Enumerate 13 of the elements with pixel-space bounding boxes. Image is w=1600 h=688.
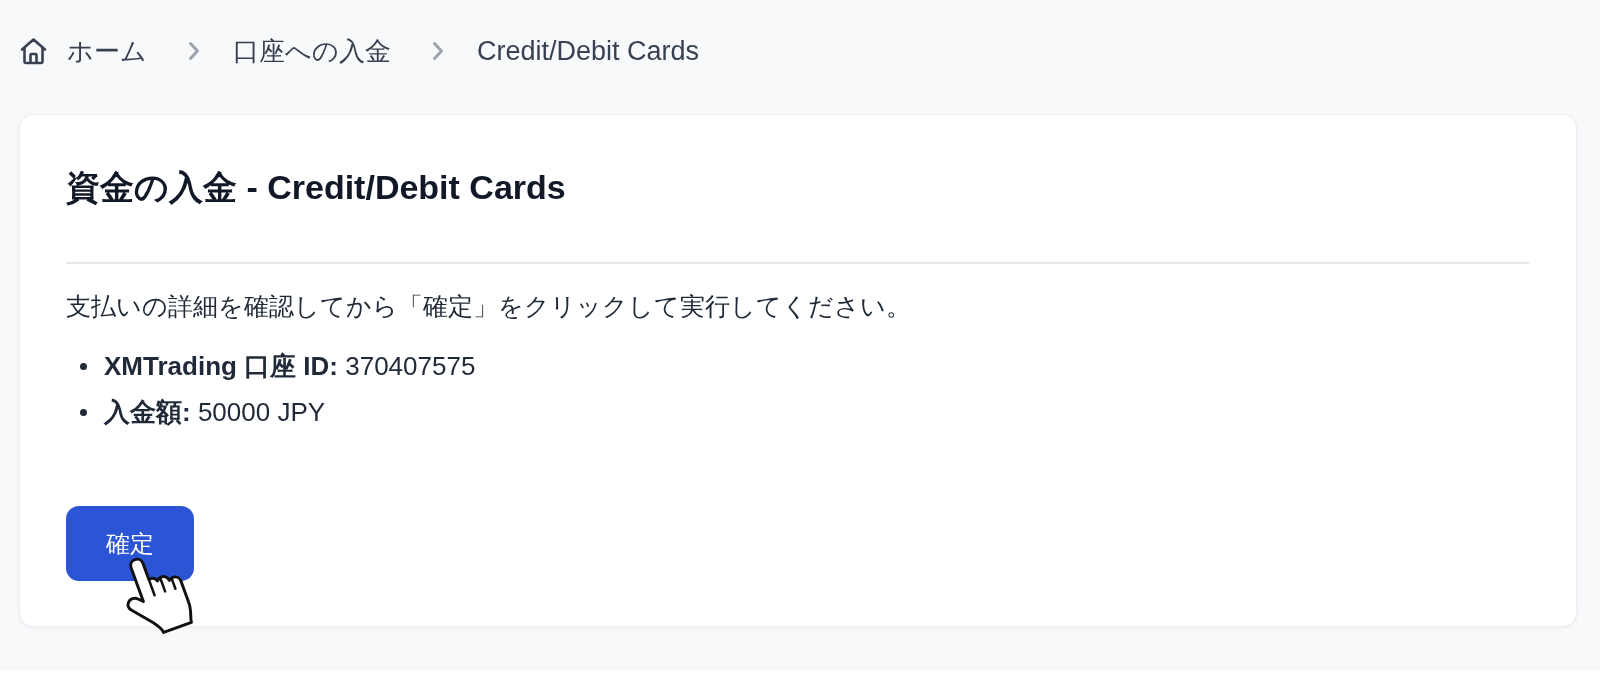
detail-item: XMTrading 口座 ID: 370407575 (104, 350, 476, 383)
breadcrumb-link[interactable]: 口座への入金 (233, 36, 391, 66)
card-title: 資金の入金 - Credit/Debit Cards (66, 167, 567, 208)
detail-item: 入金額: 50000 JPY (104, 396, 326, 429)
home-icon (20, 37, 47, 65)
instruction-text: 支払いの詳細を確認してから「確定」をクリックして実行してください。 (66, 291, 912, 322)
breadcrumb-current: Credit/Debit Cards (477, 36, 700, 66)
bullet-icon (80, 408, 87, 416)
chevron-right-icon (188, 41, 200, 61)
home-link[interactable]: ホーム (20, 36, 147, 66)
confirm-button[interactable]: 確定 (66, 506, 194, 581)
bullet-icon (80, 362, 87, 370)
chevron-right-icon (432, 41, 444, 61)
